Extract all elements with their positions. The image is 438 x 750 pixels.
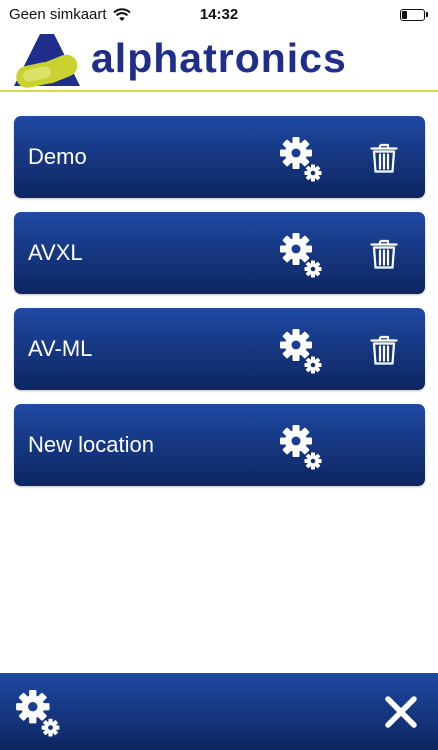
status-bar: Geen simkaart 14:32: [0, 0, 438, 29]
settings-gear-icon[interactable]: [16, 689, 60, 737]
battery-icon: [400, 8, 428, 21]
gear-icon[interactable]: [280, 136, 322, 182]
bottom-toolbar: [0, 673, 438, 750]
gear-icon[interactable]: [280, 424, 322, 470]
gear-icon[interactable]: [280, 232, 322, 278]
location-label: AV-ML: [28, 336, 93, 361]
battery-cap: [426, 12, 428, 17]
status-left: Geen simkaart: [9, 6, 131, 23]
app-header: alphatronics: [0, 29, 438, 92]
location-item-demo[interactable]: Demo: [14, 116, 425, 198]
app-screen: Geen simkaart 14:32 alphatronics Demo AV…: [0, 0, 438, 750]
location-label: AVXL: [28, 240, 83, 265]
battery-level: [402, 10, 408, 19]
wifi-icon: [112, 7, 131, 21]
carrier-label: Geen simkaart: [9, 6, 107, 23]
alphatronics-logo-icon: [14, 33, 80, 88]
gear-icon[interactable]: [280, 328, 322, 374]
location-list: Demo AVXL AV-ML New location: [14, 116, 425, 486]
location-label: Demo: [28, 144, 87, 169]
trash-icon[interactable]: [370, 334, 398, 366]
trash-icon[interactable]: [370, 142, 398, 174]
location-item-avxl[interactable]: AVXL: [14, 212, 425, 294]
close-icon[interactable]: [384, 695, 418, 729]
trash-icon[interactable]: [370, 238, 398, 270]
battery-body: [400, 8, 425, 21]
location-item-new-location[interactable]: New location: [14, 404, 425, 486]
brand-name: alphatronics: [91, 35, 347, 81]
location-label: New location: [28, 432, 154, 457]
location-item-av-ml[interactable]: AV-ML: [14, 308, 425, 390]
